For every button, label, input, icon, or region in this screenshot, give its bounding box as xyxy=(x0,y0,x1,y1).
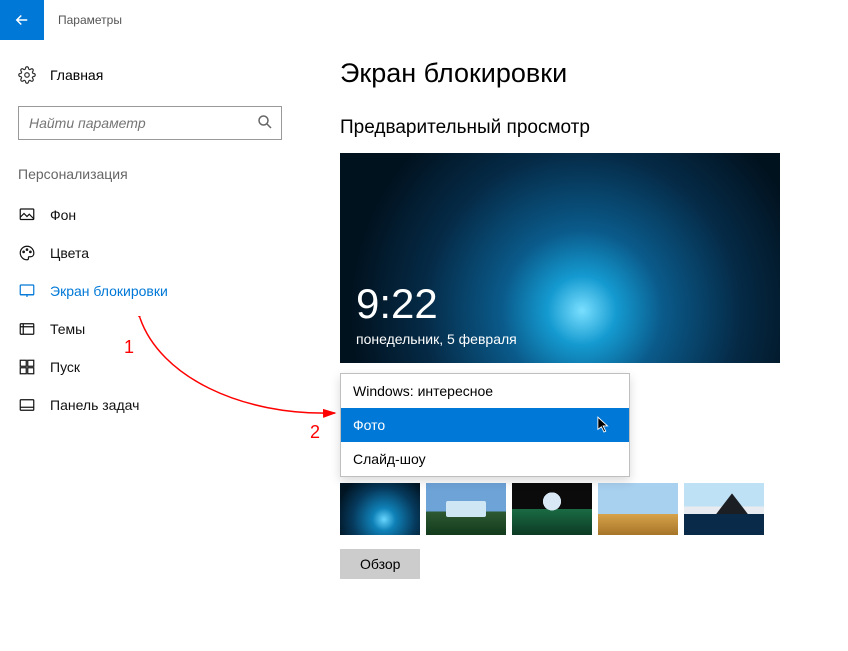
preview-date: понедельник, 5 февраля xyxy=(356,331,764,347)
background-source-dropdown[interactable]: Windows: интересное Фото Слайд-шоу xyxy=(340,373,630,477)
sidebar-item-label: Темы xyxy=(50,321,85,337)
search-icon xyxy=(256,113,274,131)
arrow-left-icon xyxy=(13,11,31,29)
thumbnail[interactable] xyxy=(512,483,592,535)
start-icon xyxy=(18,358,36,376)
sidebar-item-label: Цвета xyxy=(50,245,89,261)
sidebar-home-label: Главная xyxy=(50,67,103,83)
sidebar-item-themes[interactable]: Темы xyxy=(0,310,300,348)
palette-icon xyxy=(18,244,36,262)
sidebar-item-label: Фон xyxy=(50,207,76,223)
search-wrap xyxy=(18,106,282,140)
browse-button[interactable]: Обзор xyxy=(340,549,420,579)
gear-icon xyxy=(18,66,36,84)
thumbnail[interactable] xyxy=(426,483,506,535)
title-bar: Параметры xyxy=(0,0,848,40)
sidebar-item-label: Панель задач xyxy=(50,397,139,413)
dropdown-option-slideshow[interactable]: Слайд-шоу xyxy=(341,442,629,476)
thumbnail[interactable] xyxy=(684,483,764,535)
themes-icon xyxy=(18,320,36,338)
sidebar-item-lockscreen[interactable]: Экран блокировки xyxy=(0,272,300,310)
thumbnail[interactable] xyxy=(598,483,678,535)
sidebar-item-home[interactable]: Главная xyxy=(0,58,300,92)
lockscreen-icon xyxy=(18,282,36,300)
sidebar-item-taskbar[interactable]: Панель задач xyxy=(0,386,300,424)
dropdown-option-spotlight[interactable]: Windows: интересное xyxy=(341,374,629,408)
preview-label: Предварительный просмотр xyxy=(340,117,848,139)
preview-time: 9:22 xyxy=(356,283,764,325)
sidebar-section-label: Персонализация xyxy=(0,162,300,196)
dropdown-option-photo[interactable]: Фото xyxy=(341,408,629,442)
sidebar-item-colors[interactable]: Цвета xyxy=(0,234,300,272)
sidebar-item-background[interactable]: Фон xyxy=(0,196,300,234)
page-title: Экран блокировки xyxy=(340,58,848,89)
sidebar-item-label: Пуск xyxy=(50,359,80,375)
app-title: Параметры xyxy=(44,13,122,27)
lockscreen-preview: 9:22 понедельник, 5 февраля xyxy=(340,153,780,363)
thumbnail[interactable] xyxy=(340,483,420,535)
sidebar-item-start[interactable]: Пуск xyxy=(0,348,300,386)
sidebar-item-label: Экран блокировки xyxy=(50,283,168,299)
sidebar: Главная Персонализация Фон Цвета xyxy=(0,40,300,579)
search-input[interactable] xyxy=(18,106,282,140)
back-button[interactable] xyxy=(0,0,44,40)
content-area: Экран блокировки Предварительный просмот… xyxy=(300,40,848,579)
photo-thumbnails xyxy=(340,483,848,535)
picture-icon xyxy=(18,206,36,224)
taskbar-icon xyxy=(18,396,36,414)
